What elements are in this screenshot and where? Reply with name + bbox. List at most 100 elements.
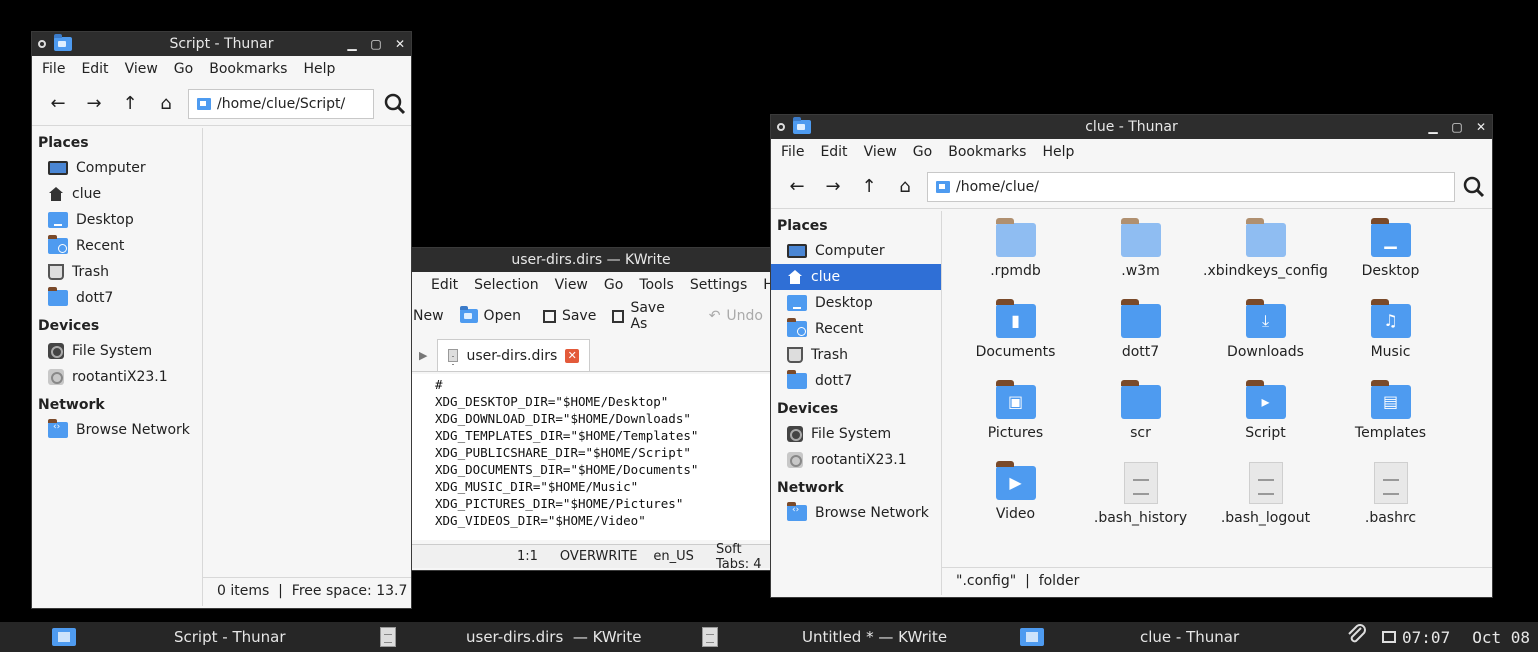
kw-menu-selection[interactable]: Selection	[466, 277, 547, 293]
tab-scroll-arrow[interactable]: ▶	[419, 339, 427, 371]
close-icon[interactable]: ✕	[1474, 120, 1488, 134]
file-item[interactable]: dott7	[1078, 294, 1203, 375]
tab-close-icon[interactable]: ✕	[565, 348, 580, 363]
menu-bookmarks[interactable]: Bookmarks	[201, 61, 295, 77]
clue-titlebar[interactable]: clue - Thunar ▁ ▢ ✕	[771, 115, 1492, 139]
file-item[interactable]: ⤓ Downloads	[1203, 294, 1328, 375]
menu-view[interactable]: View	[117, 61, 166, 77]
indent-mode[interactable]: Soft Tabs: 4	[716, 542, 771, 571]
menu-edit[interactable]: Edit	[73, 61, 116, 77]
menu-bookmarks[interactable]: Bookmarks	[940, 144, 1034, 160]
input-mode[interactable]: OVERWRITE	[560, 549, 638, 564]
menu-go[interactable]: Go	[166, 61, 201, 77]
file-item[interactable]: ▶ Video	[953, 456, 1078, 537]
tab-user-dirs[interactable]: user-dirs.dirs ✕	[437, 339, 591, 371]
maximize-icon[interactable]: ▢	[369, 37, 383, 51]
home-icon[interactable]: ⌂	[148, 86, 184, 122]
file-item[interactable]: .rpmdb	[953, 213, 1078, 294]
battery-icon[interactable]	[1382, 631, 1397, 643]
file-item[interactable]: scr	[1078, 375, 1203, 456]
sidebar-item-desktop[interactable]: Desktop	[32, 207, 202, 233]
sidebar-item-browse-network[interactable]: Browse Network	[32, 417, 202, 443]
task-clue-thunar[interactable]: clue - Thunar	[1020, 622, 1270, 652]
location-bar[interactable]: /home/clue/	[927, 171, 1455, 202]
script-file-view[interactable]	[203, 128, 411, 577]
back-icon[interactable]: ←	[779, 169, 815, 205]
sidebar-item-computer[interactable]: Computer	[32, 155, 202, 181]
kw-menu-tools[interactable]: Tools	[631, 277, 682, 293]
up-icon[interactable]: ↑	[112, 86, 148, 122]
minimize-icon[interactable]: ▁	[345, 37, 359, 51]
file-item[interactable]: ▣ Pictures	[953, 375, 1078, 456]
menu-file[interactable]: File	[773, 144, 812, 160]
sidebar-item-desktop[interactable]: Desktop	[771, 290, 941, 316]
clue-file-view[interactable]: .rpmdb .w3m .xbindkeys_config ▁ Desktop ▮ Docu…	[942, 211, 1492, 567]
script-titlebar[interactable]: Script - Thunar ▁ ▢ ✕	[32, 32, 411, 56]
menu-go[interactable]: Go	[905, 144, 940, 160]
drive-icon	[48, 343, 64, 359]
kw-menu-edit[interactable]: Edit	[423, 277, 466, 293]
sidebar-item-recent[interactable]: Recent	[32, 233, 202, 259]
up-icon[interactable]: ↑	[851, 169, 887, 205]
sidebar-item-clue[interactable]: clue	[32, 181, 202, 207]
task-script-thunar[interactable]: Script - Thunar	[52, 622, 312, 652]
file-item[interactable]: .xbindkeys_config	[1203, 213, 1328, 294]
sidebar-item-trash[interactable]: Trash	[32, 259, 202, 285]
file-item[interactable]: ♫ Music	[1328, 294, 1453, 375]
save-button[interactable]: Save	[535, 308, 604, 324]
open-button[interactable]: Open	[452, 306, 529, 324]
file-item[interactable]: .bashrc	[1328, 456, 1453, 537]
clock-time[interactable]: 07:07	[1402, 628, 1450, 647]
save-as-button[interactable]: Save As	[604, 300, 688, 332]
menu-file[interactable]: File	[34, 61, 73, 77]
sidebar-item-browse-network[interactable]: Browse Network	[771, 500, 941, 526]
forward-icon[interactable]: →	[815, 169, 851, 205]
forward-icon[interactable]: →	[76, 86, 112, 122]
text-editor[interactable]: # XDG_DESKTOP_DIR="$HOME/Desktop" XDG_DO…	[411, 374, 771, 540]
file-item[interactable]: ▮ Documents	[953, 294, 1078, 375]
file-item[interactable]: .bash_logout	[1203, 456, 1328, 537]
computer-icon	[787, 244, 807, 258]
maximize-icon[interactable]: ▢	[1450, 120, 1464, 134]
file-item[interactable]: .w3m	[1078, 213, 1203, 294]
kw-menu-settings[interactable]: Settings	[682, 277, 755, 293]
menu-edit[interactable]: Edit	[812, 144, 855, 160]
kw-menu-go[interactable]: Go	[596, 277, 631, 293]
kw-menu-view[interactable]: View	[547, 277, 596, 293]
dictionary[interactable]: en_US	[653, 549, 694, 564]
sidebar-item-filesystem[interactable]: File System	[771, 421, 941, 447]
sidebar-item-rootantix[interactable]: rootantiX23.1	[32, 364, 202, 390]
file-item[interactable]: ▤ Templates	[1328, 375, 1453, 456]
paperclip-icon[interactable]	[1346, 623, 1368, 651]
home-icon[interactable]: ⌂	[887, 169, 923, 205]
kwrite-titlebar[interactable]: user-dirs.dirs — KWrite	[411, 248, 771, 272]
sidebar-item-computer[interactable]: Computer	[771, 238, 941, 264]
location-bar[interactable]: /home/clue/Script/	[188, 88, 374, 119]
undo-button[interactable]: ↶ Undo	[701, 308, 771, 324]
sidebar-item-dott7[interactable]: dott7	[32, 285, 202, 311]
menu-view[interactable]: View	[856, 144, 905, 160]
sidebar-item-dott7[interactable]: dott7	[771, 368, 941, 394]
minimize-icon[interactable]: ▁	[1426, 120, 1440, 134]
sidebar-item-trash[interactable]: Trash	[771, 342, 941, 368]
sidebar-item-filesystem[interactable]: File System	[32, 338, 202, 364]
task-kwrite-untitled[interactable]: Untitled * — KWrite	[702, 622, 972, 652]
file-item[interactable]: ▸ Script	[1203, 375, 1328, 456]
clock-date[interactable]: Oct 08	[1472, 628, 1530, 647]
close-icon[interactable]: ✕	[393, 37, 407, 51]
file-item[interactable]: ▁ Desktop	[1328, 213, 1453, 294]
search-icon[interactable]	[1459, 172, 1489, 202]
task-kwrite-user-dirs[interactable]: user-dirs.dirs — KWrite	[380, 622, 660, 652]
menu-help[interactable]: Help	[1034, 144, 1082, 160]
cursor-position[interactable]: 1:1	[517, 549, 538, 564]
back-icon[interactable]: ←	[40, 86, 76, 122]
new-button[interactable]: New	[411, 308, 452, 324]
sidebar-item-clue[interactable]: clue	[771, 264, 941, 290]
window-menu-icon[interactable]	[777, 123, 785, 131]
search-icon[interactable]	[380, 89, 410, 119]
file-item[interactable]: .bash_history	[1078, 456, 1203, 537]
menu-help[interactable]: Help	[295, 61, 343, 77]
sidebar-item-rootantix[interactable]: rootantiX23.1	[771, 447, 941, 473]
window-menu-icon[interactable]	[38, 40, 46, 48]
sidebar-item-recent[interactable]: Recent	[771, 316, 941, 342]
